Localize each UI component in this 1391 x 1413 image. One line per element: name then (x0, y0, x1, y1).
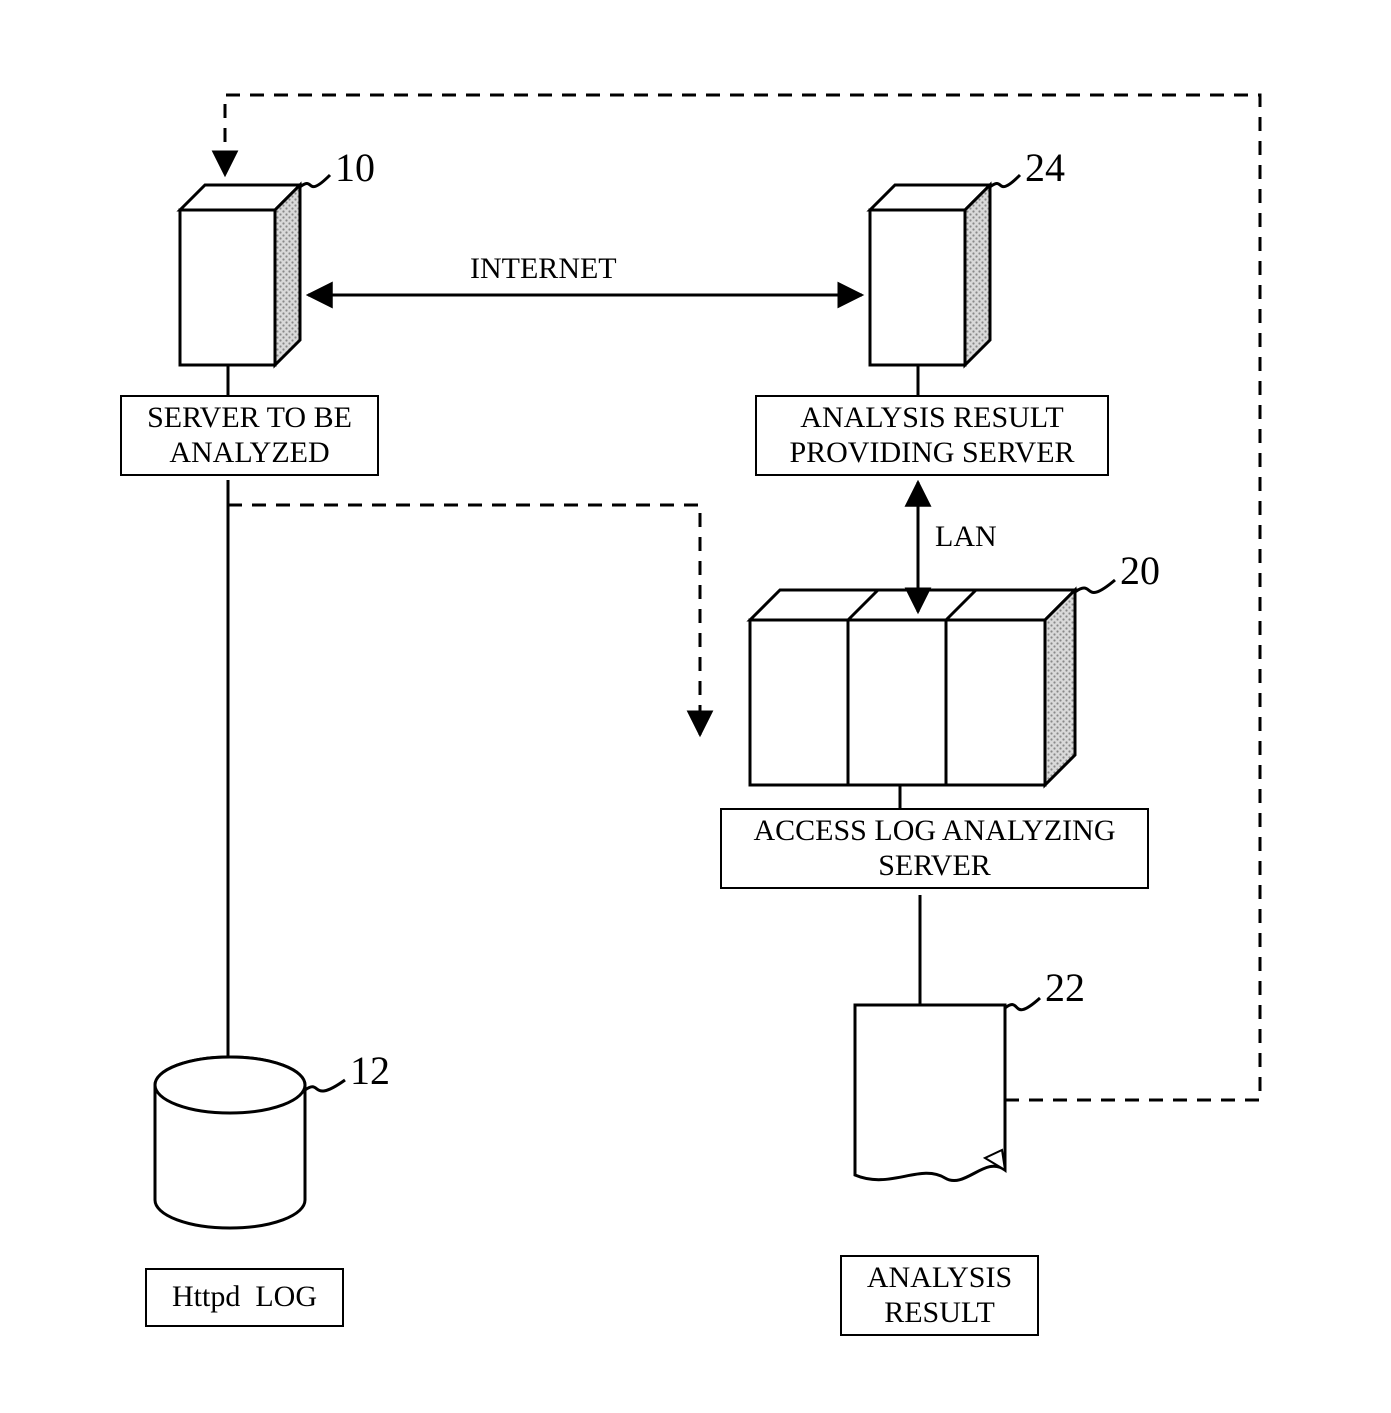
document-icon (855, 1005, 1005, 1185)
ref-10: 10 (335, 145, 375, 191)
server-icon (870, 185, 990, 365)
database-icon (155, 1057, 305, 1227)
ref-22: 22 (1045, 965, 1085, 1011)
ref-12: 12 (350, 1048, 390, 1094)
lan-label: LAN (935, 520, 997, 555)
analysis-result-providing-server-label: ANALYSIS RESULT PROVIDING SERVER (755, 395, 1109, 476)
access-log-analyzing-server-label: ACCESS LOG ANALYZING SERVER (720, 808, 1149, 889)
server-to-be-analyzed-label: SERVER TO BE ANALYZED (120, 395, 379, 476)
diagram-canvas: 10 24 20 22 12 INTERNET LAN SERVER TO BE… (0, 0, 1391, 1413)
server-cluster-icon (750, 590, 1075, 785)
httpd-log-label: Httpd LOG (145, 1268, 344, 1327)
server-icon (180, 185, 300, 365)
ref-24: 24 (1025, 145, 1065, 191)
ref-20: 20 (1120, 548, 1160, 594)
internet-label: INTERNET (470, 252, 617, 287)
analysis-result-label: ANALYSIS RESULT (840, 1255, 1039, 1336)
